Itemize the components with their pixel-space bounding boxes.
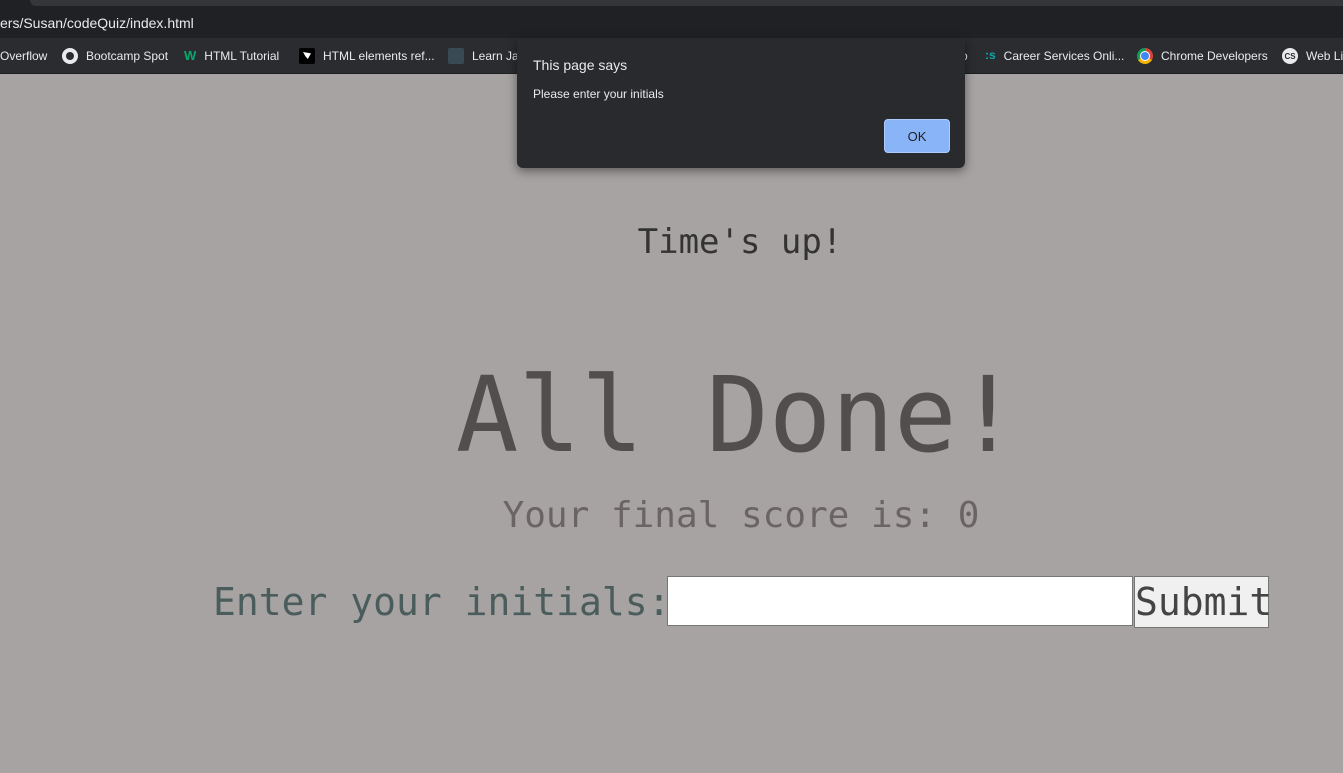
ok-button[interactable]: OK <box>884 119 950 153</box>
dialog-message: Please enter your initials <box>533 87 664 101</box>
submit-button[interactable]: Submit <box>1134 576 1272 628</box>
mdn-icon <box>299 48 315 64</box>
bookmark-bootcamp-spot[interactable]: Bootcamp Spot <box>62 47 168 65</box>
bookmark-html-elements-ref[interactable]: HTML elements ref... <box>299 47 435 65</box>
bookmark-label: Overflow <box>0 49 48 63</box>
bookmark-career-services[interactable]: :s Career Services Onli... <box>985 47 1124 65</box>
bookmark-label: Career Services Onli... <box>1003 49 1125 63</box>
bookmark-html-tutorial[interactable]: W HTML Tutorial <box>184 47 279 65</box>
initials-label: Enter your initials: <box>213 580 671 624</box>
bookmark-label: HTML elements ref... <box>323 49 435 63</box>
bookmark-label: Web Li <box>1306 49 1343 63</box>
bookmark-chrome-developers[interactable]: Chrome Developers <box>1137 47 1268 65</box>
learn-icon <box>448 48 464 64</box>
alert-dialog: This page says Please enter your initial… <box>517 38 965 168</box>
times-up-message: Time's up! <box>637 222 843 262</box>
globe-icon <box>62 48 78 64</box>
bookmark-web-li[interactable]: CS Web Li <box>1282 47 1343 65</box>
career-services-icon: :s <box>985 48 996 62</box>
final-score-text: Your final score is: 0 <box>502 495 980 536</box>
page-title: All Done! <box>455 354 1020 476</box>
bookmark-label: Bootcamp Spot <box>86 49 169 63</box>
tab-strip <box>0 0 1343 8</box>
dialog-title: This page says <box>533 57 628 73</box>
url-text[interactable]: ers/Susan/codeQuiz/index.html <box>0 15 194 31</box>
bookmark-overflow[interactable]: Overflow <box>0 47 47 65</box>
address-bar[interactable]: ers/Susan/codeQuiz/index.html <box>0 8 1343 38</box>
initials-input[interactable] <box>667 576 1133 626</box>
chrome-icon <box>1137 48 1153 64</box>
bookmark-label: Chrome Developers <box>1161 49 1268 63</box>
bookmark-label: HTML Tutorial <box>204 49 280 63</box>
w3schools-icon: W <box>184 48 197 63</box>
active-tab-edge[interactable] <box>30 0 1343 6</box>
cs-icon: CS <box>1282 48 1298 64</box>
bookmark-learn-javascript[interactable]: Learn Jav <box>448 47 525 65</box>
